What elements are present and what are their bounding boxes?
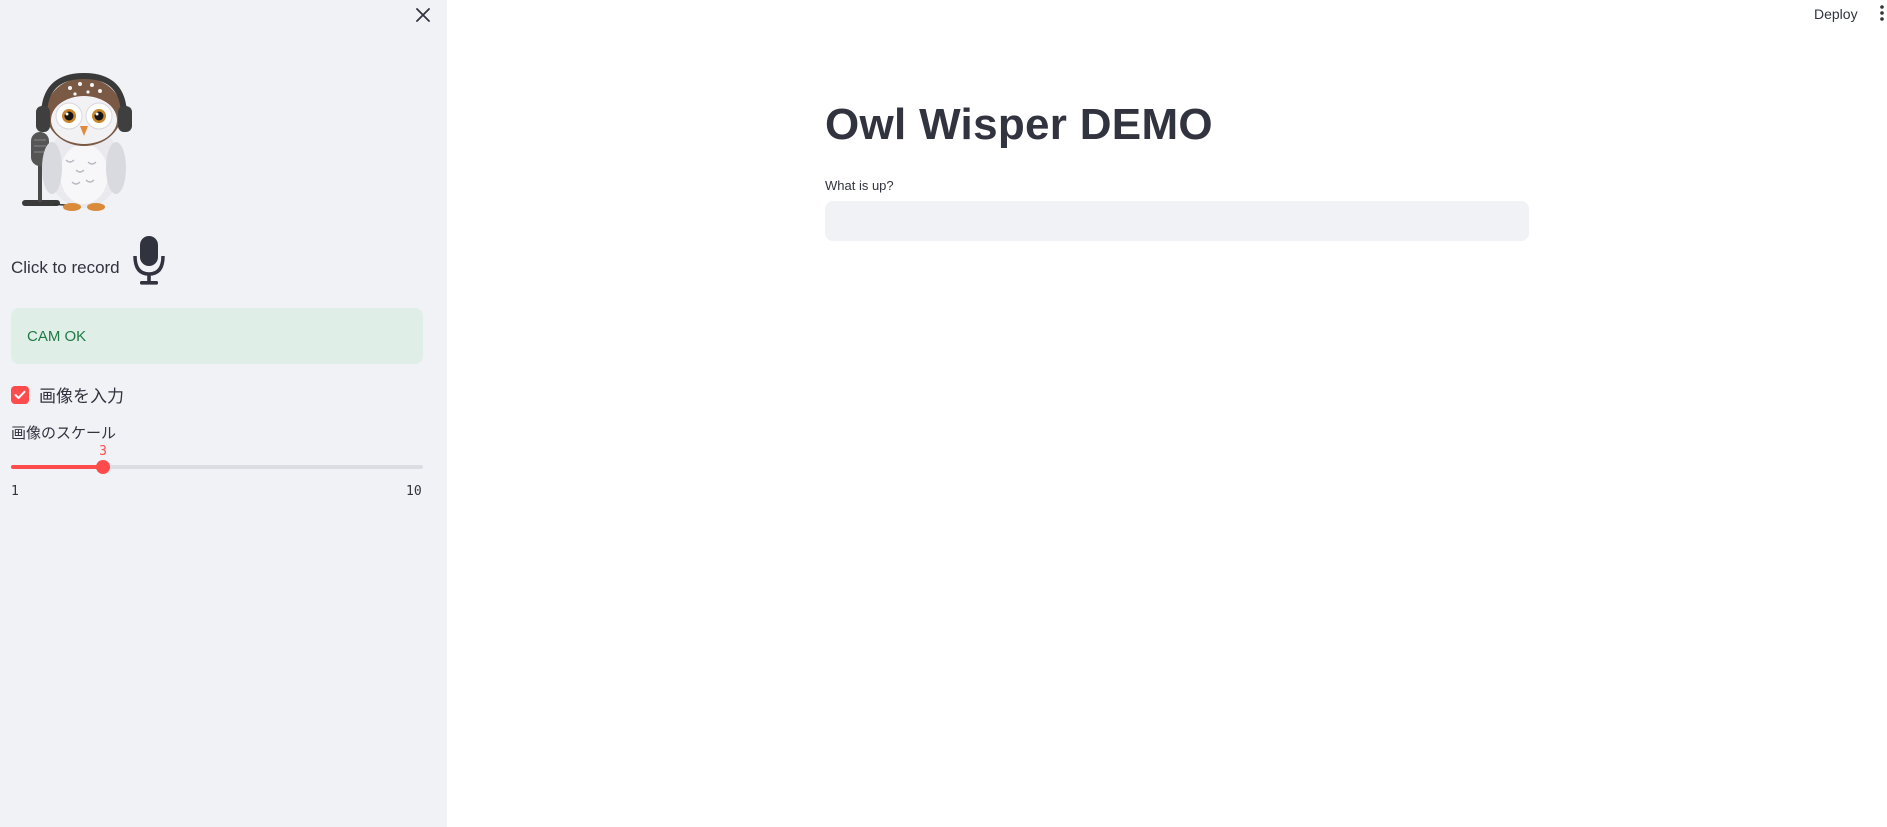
slider-min-label: 1 bbox=[11, 484, 19, 499]
sidebar: Click to record CAM OK 画像を入力 画像のスケール 3 1… bbox=[0, 0, 447, 827]
slider-max-label: 10 bbox=[406, 484, 422, 499]
vertical-dots-menu-icon[interactable] bbox=[1878, 2, 1886, 24]
record-label: Click to record bbox=[11, 258, 120, 277]
image-input-checkbox[interactable]: 画像を入力 bbox=[11, 382, 124, 407]
slider-value-label: 3 bbox=[99, 444, 107, 459]
slider-fill bbox=[11, 465, 103, 469]
status-alert: CAM OK bbox=[11, 308, 423, 364]
image-input-label: 画像を入力 bbox=[39, 387, 124, 406]
page-title: Owl Wisper DEMO bbox=[825, 100, 1213, 149]
close-sidebar-button[interactable] bbox=[412, 4, 434, 26]
image-scale-label: 画像のスケール bbox=[11, 425, 117, 442]
close-icon bbox=[416, 8, 430, 22]
microphone-icon[interactable] bbox=[130, 234, 168, 286]
checkbox-checked-icon[interactable] bbox=[11, 385, 29, 404]
deploy-button[interactable]: Deploy bbox=[1808, 4, 1864, 24]
record-row: Click to record bbox=[11, 234, 168, 286]
owl-logo-icon bbox=[22, 72, 132, 211]
what-is-up-input[interactable] bbox=[825, 201, 1529, 241]
image-scale-slider[interactable] bbox=[11, 460, 423, 474]
input-label: What is up? bbox=[825, 178, 894, 193]
status-alert-text: CAM OK bbox=[27, 327, 87, 345]
slider-thumb[interactable] bbox=[96, 460, 110, 474]
